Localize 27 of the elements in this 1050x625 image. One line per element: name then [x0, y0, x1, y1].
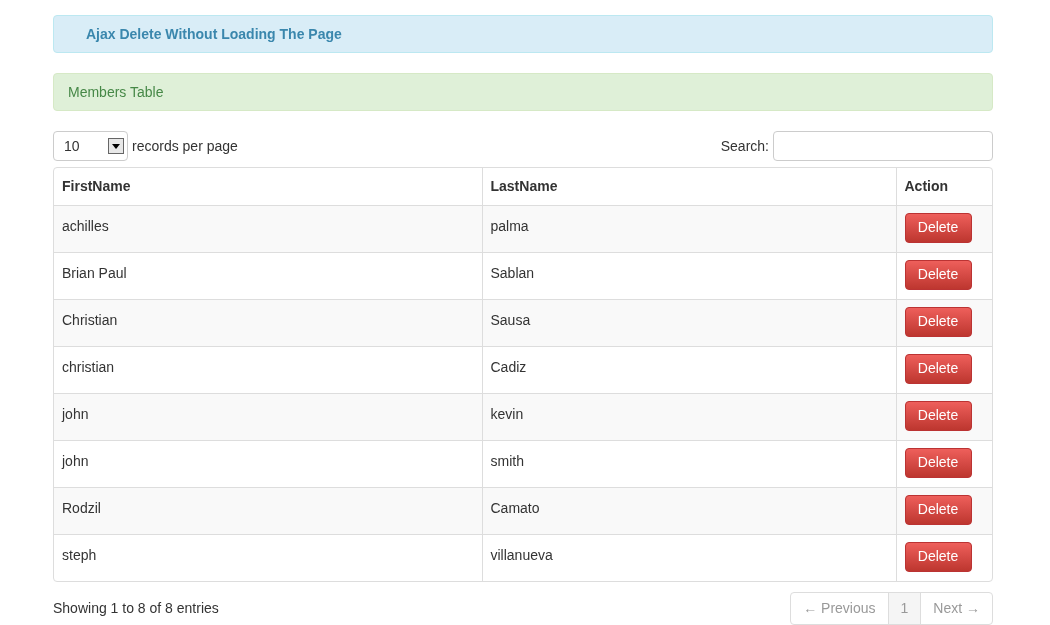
delete-button[interactable]: Delete: [904, 212, 972, 243]
search-label: Search:: [720, 136, 769, 156]
table-cell: Sausa: [482, 299, 896, 346]
entries-info: Showing 1 to 8 of 8 entries: [53, 599, 219, 618]
table-cell: Christian: [54, 299, 482, 346]
table-cell: john: [54, 393, 482, 440]
delete-button[interactable]: Delete: [904, 306, 972, 337]
delete-button[interactable]: Delete: [904, 259, 972, 290]
table-cell: villanueva: [482, 534, 896, 581]
table-cell: Camato: [482, 487, 896, 534]
delete-button[interactable]: Delete: [904, 353, 972, 384]
panel-heading: Members Table: [53, 73, 993, 111]
delete-button[interactable]: Delete: [904, 400, 972, 431]
column-header: FirstName: [54, 168, 482, 205]
table-cell: steph: [54, 534, 482, 581]
page-heading: Ajax Delete Without Loading The Page: [86, 24, 342, 44]
page-link[interactable]: 1: [887, 593, 921, 624]
delete-button[interactable]: Delete: [904, 541, 972, 572]
table-cell: palma: [482, 205, 896, 252]
table-cell: kevin: [482, 393, 896, 440]
records-per-page-label: records per page: [132, 136, 238, 156]
delete-button[interactable]: Delete: [904, 494, 972, 525]
search-field[interactable]: [773, 131, 993, 161]
page-length-select[interactable]: 10: [53, 131, 128, 161]
delete-button[interactable]: Delete: [904, 447, 972, 478]
table-cell: Rodzil: [54, 487, 482, 534]
table-cell: achilles: [54, 205, 482, 252]
